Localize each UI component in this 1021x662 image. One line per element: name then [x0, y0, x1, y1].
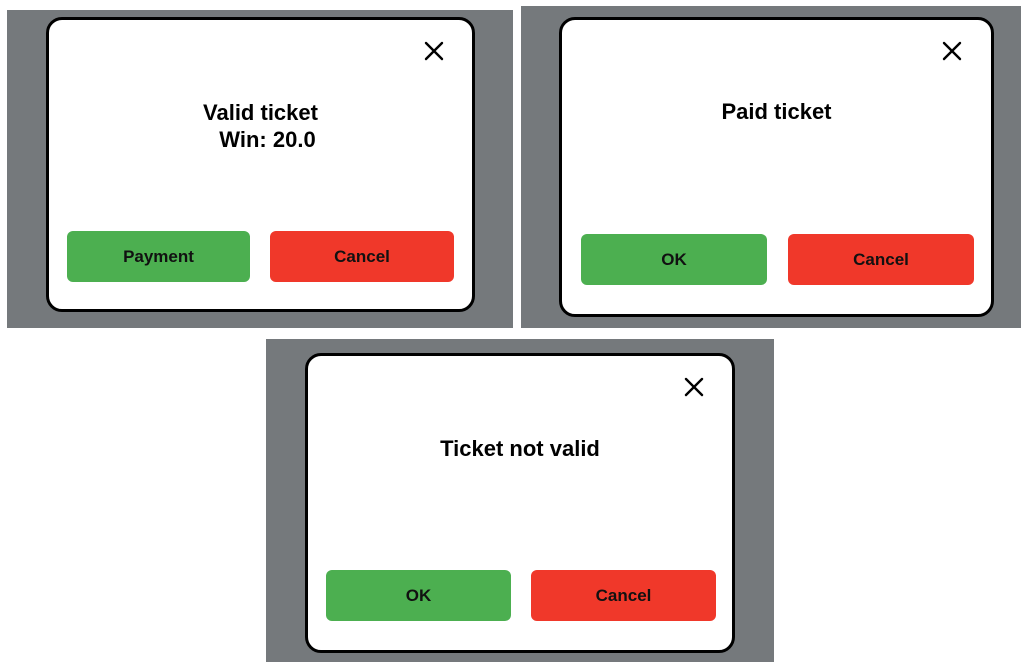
message-line: Paid ticket — [721, 99, 832, 124]
cancel-button[interactable]: Cancel — [788, 234, 974, 285]
ok-button[interactable]: OK — [326, 570, 511, 621]
cancel-button[interactable]: Cancel — [531, 570, 716, 621]
close-icon[interactable] — [423, 40, 445, 62]
dialog-panel-valid-ticket: Valid ticket Win: 20.0 Payment Cancel — [7, 10, 513, 328]
ok-button[interactable]: OK — [581, 234, 767, 285]
dialog-panel-ticket-not-valid: Ticket not valid OK Cancel — [266, 339, 774, 662]
dialog-message: Valid ticket Win: 20.0 — [49, 99, 472, 153]
ticket-not-valid-dialog: Ticket not valid OK Cancel — [305, 353, 735, 653]
win-amount: Win: 20.0 — [219, 127, 316, 152]
cancel-button[interactable]: Cancel — [270, 231, 454, 282]
message-line: Valid ticket — [203, 100, 318, 125]
dialog-message: Ticket not valid — [308, 435, 732, 462]
dialog-message: Paid ticket — [562, 98, 991, 125]
message-line: Ticket not valid — [440, 436, 600, 461]
paid-ticket-dialog: Paid ticket OK Cancel — [559, 17, 994, 317]
close-icon[interactable] — [683, 376, 705, 398]
payment-button[interactable]: Payment — [67, 231, 250, 282]
close-icon[interactable] — [941, 40, 963, 62]
dialog-panel-paid-ticket: Paid ticket OK Cancel — [521, 6, 1021, 328]
valid-ticket-dialog: Valid ticket Win: 20.0 Payment Cancel — [46, 17, 475, 312]
